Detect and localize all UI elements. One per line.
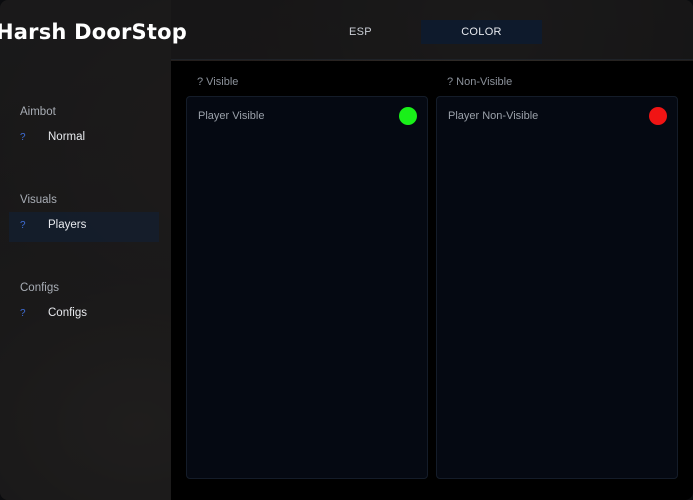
player-visible-label: Player Visible xyxy=(198,110,265,122)
sidebar-item-label: Normal xyxy=(48,131,86,143)
sidebar-item-normal[interactable]: ? Normal xyxy=(9,124,159,154)
help-icon: ? xyxy=(20,132,26,143)
player-non-visible-color-swatch[interactable] xyxy=(649,107,667,125)
help-icon: ? xyxy=(20,308,26,319)
main-content: ? Visible Player Visible ? Non-Visible P… xyxy=(171,61,693,500)
group-visible: Player Visible xyxy=(186,96,428,479)
header: ESP COLOR xyxy=(171,0,693,60)
group-title-visible: ? Visible xyxy=(197,76,239,88)
sidebar-section-visuals: Visuals xyxy=(20,194,57,206)
tab-esp[interactable]: ESP xyxy=(300,20,421,44)
tab-color[interactable]: COLOR xyxy=(421,20,542,44)
group-title-non-visible: ? Non-Visible xyxy=(447,76,513,88)
sidebar-item-label: Players xyxy=(48,219,87,231)
player-visible-color-swatch[interactable] xyxy=(399,107,417,125)
sidebar-item-label: Configs xyxy=(48,307,87,319)
help-icon: ? xyxy=(20,220,26,231)
sidebar-item-players[interactable]: ? Players xyxy=(9,212,159,242)
sidebar: Aimbot ? Normal Visuals ? Players Config… xyxy=(0,0,171,500)
sidebar-item-configs[interactable]: ? Configs xyxy=(9,300,159,330)
sidebar-section-aimbot: Aimbot xyxy=(20,106,56,118)
app-window: Aimbot ? Normal Visuals ? Players Config… xyxy=(0,0,693,500)
group-non-visible: Player Non-Visible xyxy=(436,96,678,479)
app-title: Harsh DoorStop xyxy=(0,20,187,44)
sidebar-section-configs: Configs xyxy=(20,282,59,294)
player-non-visible-label: Player Non-Visible xyxy=(448,110,539,122)
